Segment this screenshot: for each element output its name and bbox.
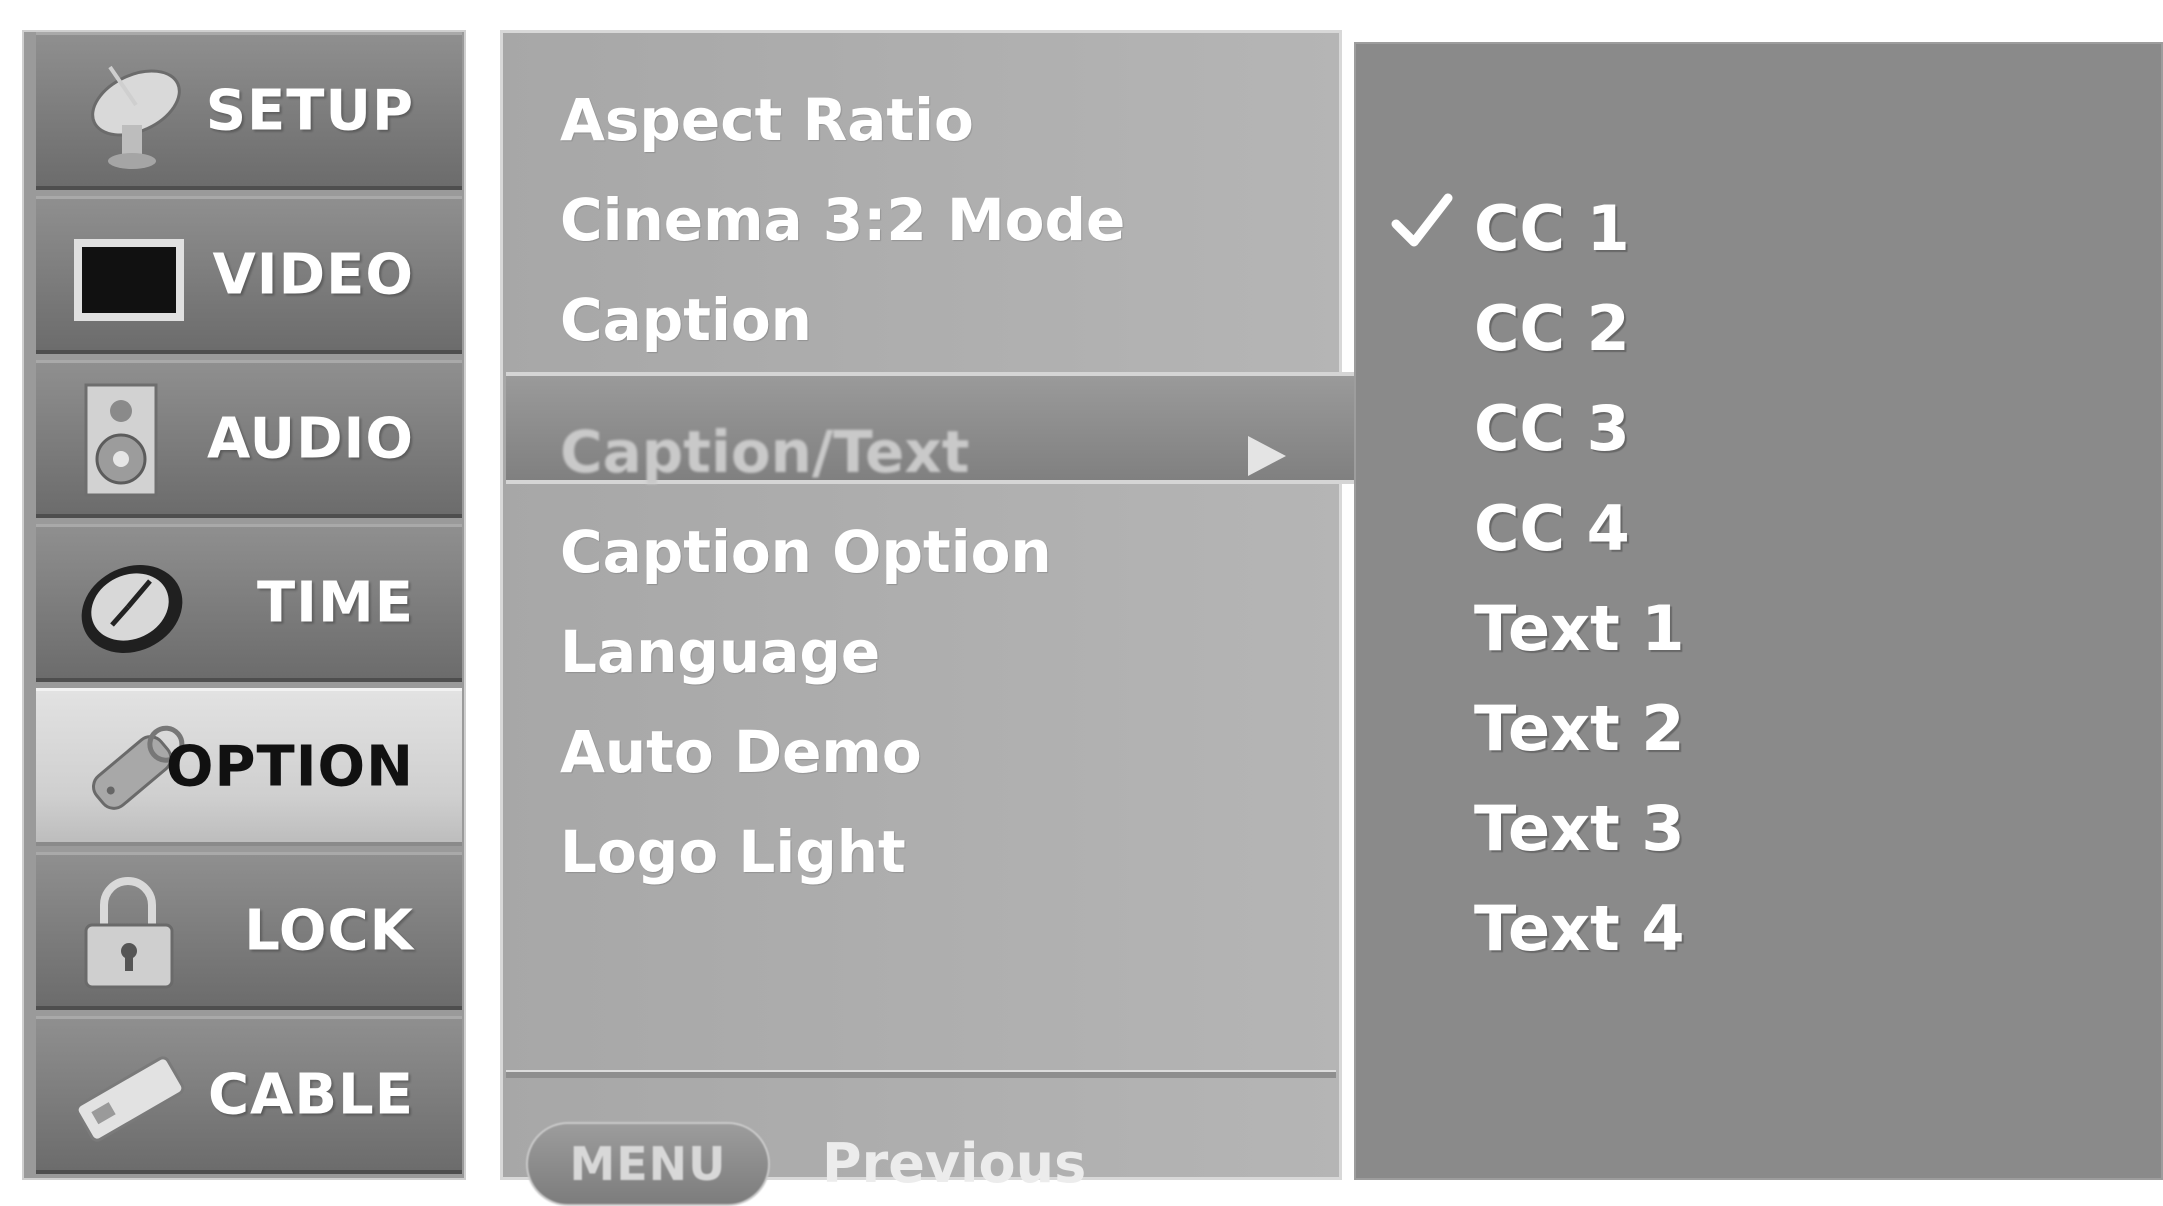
category-menu: SETUP VIDEO AUDIO TIME OPTION LOCK CABLE [22,30,466,1180]
previous-label: Previous [822,1132,1087,1195]
option-caption[interactable]: Caption [560,280,812,360]
value-cc-1[interactable]: CC 1 [1474,184,1630,274]
category-label: CABLE [207,1062,414,1127]
category-label: AUDIO [206,406,414,471]
category-label: TIME [256,570,414,635]
category-cable[interactable]: CABLE [36,1016,462,1174]
option-auto-demo[interactable]: Auto Demo [560,712,922,792]
category-label: OPTION [165,734,414,799]
clock-icon [64,545,194,665]
padlock-icon [64,873,194,993]
option-language[interactable]: Language [560,612,880,692]
value-text-2[interactable]: Text 2 [1474,684,1684,774]
play-arrow-icon [1242,432,1290,480]
category-video[interactable]: VIDEO [36,196,462,354]
cable-card-icon [64,1037,194,1157]
category-label: SETUP [205,78,414,143]
option-cinema-3-2-mode[interactable]: Cinema 3:2 Mode [560,180,1125,260]
checkmark-icon [1390,192,1454,252]
menu-button[interactable]: MENU [526,1122,770,1206]
category-option[interactable]: OPTION [36,688,462,846]
value-cc-3[interactable]: CC 3 [1474,384,1630,474]
category-label: LOCK [244,898,414,963]
category-audio[interactable]: AUDIO [36,360,462,518]
footer-divider [506,1070,1336,1078]
satellite-dish-icon [64,53,194,173]
option-menu: Aspect Ratio Cinema 3:2 Mode Caption Cap… [500,30,1376,1206]
value-cc-2[interactable]: CC 2 [1474,284,1630,374]
category-label: VIDEO [212,242,414,307]
value-text-4[interactable]: Text 4 [1474,884,1684,974]
value-text-1[interactable]: Text 1 [1474,584,1684,674]
option-caption-option[interactable]: Caption Option [560,512,1052,592]
option-aspect-ratio[interactable]: Aspect Ratio [560,80,974,160]
value-text-3[interactable]: Text 3 [1474,784,1684,874]
option-caption-text-label: Caption/Text [560,418,970,486]
category-lock[interactable]: LOCK [36,852,462,1010]
value-menu: CC 1 CC 2 CC 3 CC 4 Text 1 Text 2 Text 3… [1354,42,2163,1180]
value-cc-4[interactable]: CC 4 [1474,484,1630,574]
option-list: Aspect Ratio Cinema 3:2 Mode Caption Cap… [500,30,1376,1070]
category-time[interactable]: TIME [36,524,462,682]
category-setup[interactable]: SETUP [36,32,462,190]
option-logo-light[interactable]: Logo Light [560,812,906,892]
speaker-icon [64,381,194,501]
tv-screen-icon [64,217,194,337]
